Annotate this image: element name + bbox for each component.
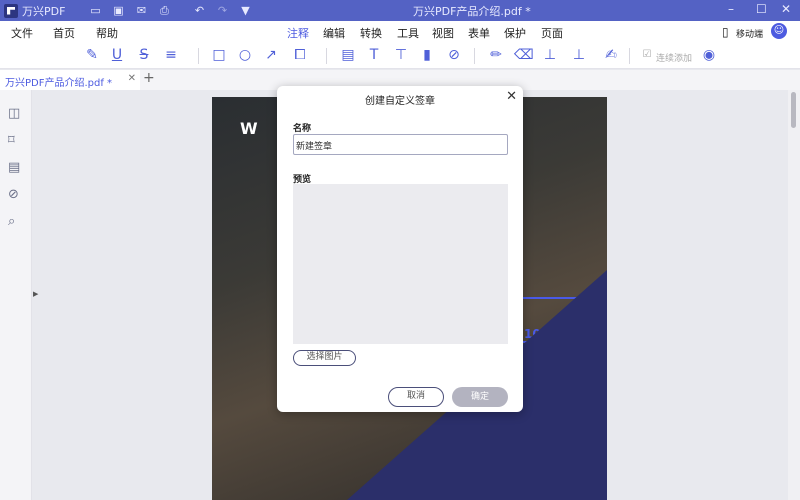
user-avatar[interactable]: ☺ <box>771 23 787 39</box>
document-tab-label: 万兴PDF产品介绍.pdf * <box>5 78 113 89</box>
open-folder-icon[interactable]: ▭ <box>85 4 105 17</box>
vertical-scrollbar[interactable] <box>788 90 800 500</box>
cancel-button[interactable]: 取消 <box>388 387 444 407</box>
comment-icon[interactable]: ▤ <box>339 47 357 63</box>
pencil-icon[interactable]: ✏ <box>487 47 505 63</box>
strikethrough-icon[interactable]: S <box>135 47 153 63</box>
arrow-icon[interactable]: ↗ <box>262 47 280 63</box>
expand-sidebar-handle[interactable]: ▶ <box>33 290 38 298</box>
menu-help[interactable]: 帮助 <box>96 25 118 41</box>
circle-icon[interactable]: ○ <box>236 47 254 63</box>
stamp-icon[interactable]: ⊥ <box>541 47 559 63</box>
textbox-icon[interactable]: ⊤ <box>392 47 410 63</box>
eye-icon[interactable]: ◉ <box>700 47 718 63</box>
menu-file[interactable]: 文件 <box>11 25 33 41</box>
mobile-link[interactable]: 移动端 <box>736 27 763 40</box>
comments-icon[interactable]: ▤ <box>8 160 20 175</box>
highlight-icon[interactable]: ✎ <box>83 47 101 63</box>
close-tab-icon[interactable]: ✕ <box>128 73 136 84</box>
search-icon[interactable]: ⌕ <box>8 214 15 229</box>
redo-icon[interactable]: ↷ <box>212 4 232 17</box>
app-name: 万兴PDF <box>22 4 66 18</box>
select-image-button[interactable]: 选择图片 <box>293 350 356 366</box>
tab-protect[interactable]: 保护 <box>504 25 526 41</box>
maximize-button[interactable]: ☐ <box>756 2 767 16</box>
annotation-toolbar: ✎ U S ≡ □ ○ ↗ ⧠ ▤ T ⊤ ▮ ⊘ ✏ ⌫ ⊥ ⊥ ✍ ☑ 连续… <box>0 43 800 69</box>
tab-edit[interactable]: 编辑 <box>323 25 345 41</box>
new-tab-button[interactable]: + <box>143 70 155 86</box>
tab-view[interactable]: 视图 <box>432 25 454 41</box>
tab-form[interactable]: 表单 <box>468 25 490 41</box>
rectangle-icon[interactable]: □ <box>210 47 228 63</box>
callout-icon[interactable]: ▮ <box>418 47 436 63</box>
text-icon[interactable]: T <box>365 47 383 63</box>
line-style-icon[interactable]: ≡ <box>162 47 180 63</box>
preview-area <box>293 184 508 344</box>
quick-access-dropdown-icon[interactable]: ▼ <box>235 4 255 17</box>
tab-annotate[interactable]: 注释 <box>287 25 309 45</box>
undo-icon[interactable]: ↶ <box>189 4 209 17</box>
eraser-icon[interactable]: ⌫ <box>514 47 534 63</box>
scrollbar-thumb[interactable] <box>791 92 796 128</box>
mail-icon[interactable]: ✉ <box>131 4 151 17</box>
name-label: 名称 <box>293 124 312 134</box>
print-icon[interactable]: ⎙ <box>154 4 174 18</box>
ok-button[interactable]: 确定 <box>452 387 508 407</box>
tab-convert[interactable]: 转换 <box>360 25 382 41</box>
brand-logo: W <box>240 119 258 138</box>
menu-home[interactable]: 首页 <box>53 25 75 41</box>
close-window-button[interactable]: ✕ <box>781 2 791 16</box>
underline-icon[interactable]: U <box>108 47 126 63</box>
attachment-icon[interactable]: ⊘ <box>445 47 463 63</box>
continuous-add-checkbox[interactable]: ☑ <box>638 49 656 60</box>
attachments-icon[interactable]: ⊘ <box>8 187 19 202</box>
save-icon[interactable]: ▣ <box>108 4 128 17</box>
thumbnails-icon[interactable]: ◫ <box>8 106 20 121</box>
document-tab[interactable]: 万兴PDF产品介绍.pdf * ✕ <box>0 70 140 90</box>
tab-page[interactable]: 页面 <box>541 25 563 41</box>
title-bar: 万兴PDF ▭ ▣ ✉ ⎙ ↶ ↷ ▼ 万兴PDF产品介绍.pdf * – ☐ … <box>0 0 800 21</box>
app-logo <box>4 3 18 18</box>
left-sidebar: ◫ ⌑ ▤ ⊘ ⌕ ▶ <box>0 90 38 500</box>
create-custom-stamp-dialog: 创建自定义签章 ✕ 名称 新建签章 预览 选择图片 取消 确定 <box>277 86 523 412</box>
dialog-title: 创建自定义签章 <box>365 96 435 107</box>
name-input[interactable]: 新建签章 <box>293 134 508 155</box>
bookmark-icon[interactable]: ⌑ <box>8 133 15 148</box>
shape-dropdown-icon[interactable]: ⧠ <box>291 47 309 63</box>
close-dialog-icon[interactable]: ✕ <box>506 89 517 104</box>
mobile-icon[interactable]: ▯ <box>722 25 729 39</box>
menu-bar: 文件 首页 帮助 注释 编辑 转换 工具 视图 表单 保护 页面 ▯ 移动端 ☺ <box>0 21 800 45</box>
continuous-add-label: 连续添加 <box>656 54 693 64</box>
document-title: 万兴PDF产品介绍.pdf * <box>413 5 531 18</box>
custom-stamp-icon[interactable]: ⊥ <box>570 47 588 63</box>
signature-icon[interactable]: ✍ <box>602 47 620 63</box>
tab-tools[interactable]: 工具 <box>397 25 419 41</box>
minimize-button[interactable]: – <box>728 2 734 16</box>
